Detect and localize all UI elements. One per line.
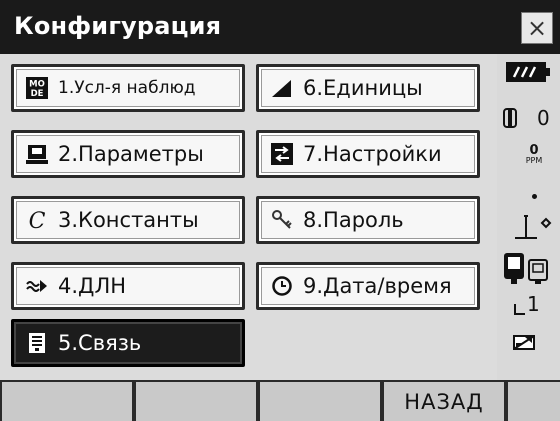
angle-unit-icon bbox=[271, 77, 293, 99]
instrument-icon bbox=[26, 143, 48, 165]
menu-item-label: 3.Константы bbox=[58, 208, 199, 232]
ppm-label: PPM bbox=[525, 156, 543, 165]
close-icon: × bbox=[526, 14, 548, 42]
menu-item-parameters[interactable]: 2.Параметры bbox=[11, 130, 245, 178]
window-title: Конфигурация bbox=[14, 12, 222, 40]
svg-text:C: C bbox=[29, 209, 46, 231]
svg-text:MO: MO bbox=[29, 80, 45, 90]
menu-item-password[interactable]: 8.Пароль bbox=[256, 196, 480, 244]
menu-item-label: 2.Параметры bbox=[58, 142, 204, 166]
close-button[interactable]: × bbox=[521, 12, 553, 44]
menu-item-label: 6.Единицы bbox=[303, 76, 423, 100]
communication-icon bbox=[26, 332, 48, 354]
menu-item-label: 4.ДЛН bbox=[58, 274, 127, 298]
menu-item-edm[interactable]: 4.ДЛН bbox=[11, 262, 245, 310]
edm-icon bbox=[26, 275, 48, 297]
softkey-bar: НАЗАД bbox=[0, 380, 560, 421]
menu-item-label: 8.Пароль bbox=[303, 208, 404, 232]
svg-text:DE: DE bbox=[31, 89, 44, 99]
menu-item-communication[interactable]: 5.Связь bbox=[11, 319, 245, 367]
battery-icon bbox=[506, 62, 550, 86]
menu-item-label: 5.Связь bbox=[58, 331, 142, 355]
swap-icon bbox=[271, 143, 293, 165]
softkey-f5[interactable] bbox=[508, 382, 560, 421]
softkey-f3[interactable] bbox=[260, 382, 382, 421]
menu-item-observation-conditions[interactable]: MO DE 1.Усл-я наблюд bbox=[11, 64, 245, 112]
input-mode-icon bbox=[503, 252, 553, 290]
key-icon bbox=[271, 209, 293, 231]
card-icon bbox=[513, 334, 537, 358]
dot-indicator bbox=[532, 194, 537, 199]
mode-icon: MO DE bbox=[26, 77, 48, 99]
clock-icon bbox=[271, 275, 293, 297]
level-value: 1 bbox=[527, 292, 540, 316]
title-bar: Конфигурация × bbox=[0, 0, 560, 54]
menu-item-label: 9.Дата/время bbox=[303, 274, 452, 298]
menu-item-label: 1.Усл-я наблюд bbox=[58, 78, 196, 98]
back-button[interactable]: НАЗАД bbox=[384, 382, 506, 421]
menu-item-units[interactable]: 6.Единицы bbox=[256, 64, 480, 112]
menu-area: MO DE 1.Усл-я наблюд 2.Параметры C 3.Конс… bbox=[0, 54, 497, 380]
menu-item-settings[interactable]: 7.Настройки bbox=[256, 130, 480, 178]
status-panel: 0 0 PPM 1 bbox=[497, 54, 560, 380]
tilt-icon bbox=[513, 212, 555, 246]
softkey-f2[interactable] bbox=[136, 382, 258, 421]
constant-c-icon: C bbox=[26, 209, 48, 231]
softkey-f1[interactable] bbox=[2, 382, 134, 421]
prism-icon bbox=[503, 108, 517, 132]
menu-item-label: 7.Настройки bbox=[303, 142, 442, 166]
menu-item-constants[interactable]: C 3.Константы bbox=[11, 196, 245, 244]
prism-constant-value: 0 bbox=[537, 106, 550, 130]
level-bracket-icon bbox=[513, 300, 527, 320]
menu-item-date-time[interactable]: 9.Дата/время bbox=[256, 262, 480, 310]
